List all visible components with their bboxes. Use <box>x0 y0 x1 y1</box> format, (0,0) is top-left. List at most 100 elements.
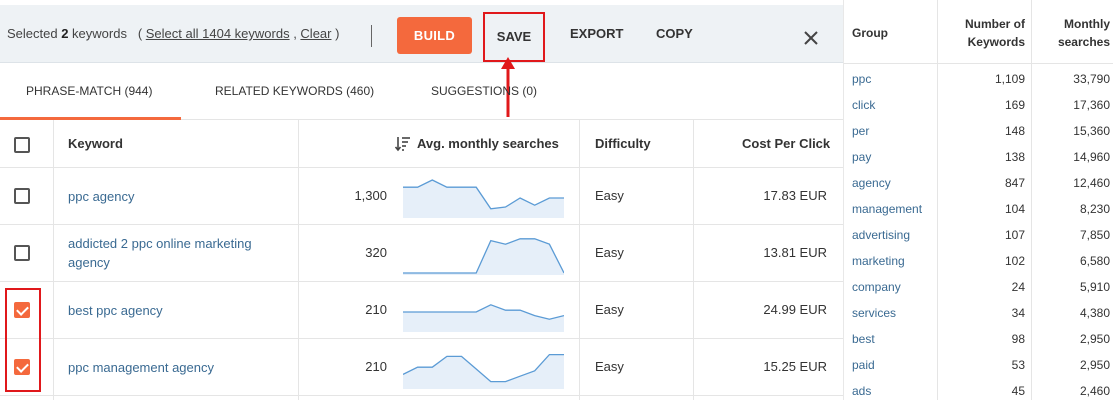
group-link[interactable]: company <box>852 280 901 294</box>
column-header-searches[interactable]: Avg. monthly searches <box>417 136 559 151</box>
group-keyword-count: 107 <box>1004 228 1025 242</box>
selected-prefix: Selected <box>7 26 62 41</box>
searches-value: 1,300 <box>354 188 387 203</box>
group-row[interactable]: management 104 8,230 <box>844 196 1113 222</box>
difficulty-value: Easy <box>595 245 624 260</box>
group-keyword-count: 98 <box>1011 332 1025 346</box>
keyword-link[interactable]: ppc agency <box>68 187 283 206</box>
group-link[interactable]: per <box>852 124 869 138</box>
group-link[interactable]: agency <box>852 176 891 190</box>
group-monthly-searches: 5,910 <box>1079 280 1110 294</box>
group-keyword-count: 1,109 <box>994 72 1025 86</box>
group-row[interactable]: best 98 2,950 <box>844 326 1113 352</box>
row-checkbox[interactable] <box>14 245 30 261</box>
table-row[interactable]: ppc management agency 210 Easy 15.25 EUR <box>0 339 843 396</box>
keyword-link[interactable]: ppc management agency <box>68 358 283 377</box>
header-line: Number of <box>965 17 1025 31</box>
tab-related-keywords[interactable]: RELATED KEYWORDS (460) <box>215 84 374 98</box>
group-row[interactable]: marketing 102 6,580 <box>844 248 1113 274</box>
export-button[interactable]: EXPORT <box>570 26 623 41</box>
group-link[interactable]: best <box>852 332 875 346</box>
group-link[interactable]: advertising <box>852 228 910 242</box>
group-monthly-searches: 12,460 <box>1073 176 1110 190</box>
group-row[interactable]: services 34 4,380 <box>844 300 1113 326</box>
row-checkbox[interactable] <box>14 188 30 204</box>
group-link[interactable]: ppc <box>852 72 871 86</box>
sort-descending-icon[interactable] <box>395 136 411 152</box>
select-all-link[interactable]: Select all 1404 keywords <box>146 26 290 41</box>
paren-close: ) <box>331 26 340 41</box>
column-header-monthly-searches[interactable]: Monthly searches <box>1032 15 1110 51</box>
cpc-value: 15.25 EUR <box>763 359 827 374</box>
group-monthly-searches: 33,790 <box>1073 72 1110 86</box>
group-row[interactable]: advertising 107 7,850 <box>844 222 1113 248</box>
group-monthly-searches: 8,230 <box>1079 202 1110 216</box>
toolbar-divider <box>371 25 372 47</box>
cpc-value: 17.83 EUR <box>763 188 827 203</box>
sparkline-area <box>403 354 564 389</box>
group-link[interactable]: services <box>852 306 896 320</box>
group-monthly-searches: 2,950 <box>1079 358 1110 372</box>
column-header-cpc[interactable]: Cost Per Click <box>742 136 830 151</box>
group-keyword-count: 148 <box>1004 124 1025 138</box>
selected-suffix: keywords <box>68 26 127 41</box>
table-header: Keyword Avg. monthly searches Difficulty… <box>0 120 843 168</box>
group-link[interactable]: management <box>852 202 922 216</box>
group-link[interactable]: click <box>852 98 875 112</box>
annotation-highlight-box <box>5 288 41 392</box>
group-keyword-count: 104 <box>1004 202 1025 216</box>
selection-toolbar: Selected 2 keywords ( Select all 1404 ke… <box>0 5 843 63</box>
keyword-link[interactable]: addicted 2 ppc online marketing agency <box>68 234 283 272</box>
table-row[interactable]: ppc agency 1,300 Easy 17.83 EUR <box>0 168 843 225</box>
group-keyword-count: 102 <box>1004 254 1025 268</box>
tab-phrase-match[interactable]: PHRASE-MATCH (944) <box>26 84 152 98</box>
searches-value: 210 <box>365 359 387 374</box>
group-monthly-searches: 14,960 <box>1073 150 1110 164</box>
column-header-num-keywords[interactable]: Number of Keywords <box>938 15 1025 51</box>
column-header-group[interactable]: Group <box>852 24 888 42</box>
group-row[interactable]: per 148 15,360 <box>844 118 1113 144</box>
keyword-tabs: PHRASE-MATCH (944) RELATED KEYWORDS (460… <box>0 64 843 120</box>
group-link[interactable]: pay <box>852 150 871 164</box>
group-row[interactable]: pay 138 14,960 <box>844 144 1113 170</box>
save-button[interactable]: SAVE <box>483 12 545 62</box>
cpc-value: 13.81 EUR <box>763 245 827 260</box>
cpc-value: 24.99 EUR <box>763 302 827 317</box>
table-row[interactable]: addicted 2 ppc online marketing agency 3… <box>0 225 843 282</box>
select-all-checkbox[interactable] <box>14 137 30 153</box>
group-link[interactable]: paid <box>852 358 875 372</box>
group-row[interactable]: ppc 1,109 33,790 <box>844 66 1113 92</box>
close-icon[interactable] <box>800 27 822 49</box>
header-line: Keywords <box>967 35 1025 49</box>
group-link[interactable]: marketing <box>852 254 905 268</box>
group-row[interactable]: click 169 17,360 <box>844 92 1113 118</box>
table-row[interactable]: best ppc agency 210 Easy 24.99 EUR <box>0 282 843 339</box>
header-line: searches <box>1057 35 1110 49</box>
copy-button[interactable]: COPY <box>656 26 693 41</box>
difficulty-value: Easy <box>595 359 624 374</box>
group-keyword-count: 847 <box>1004 176 1025 190</box>
group-monthly-searches: 7,850 <box>1079 228 1110 242</box>
column-header-difficulty[interactable]: Difficulty <box>595 136 651 151</box>
group-monthly-searches: 4,380 <box>1079 306 1110 320</box>
group-row[interactable]: company 24 5,910 <box>844 274 1113 300</box>
group-row[interactable]: agency 847 12,460 <box>844 170 1113 196</box>
searches-value: 210 <box>365 302 387 317</box>
keyword-link[interactable]: best ppc agency <box>68 301 283 320</box>
group-keyword-count: 53 <box>1011 358 1025 372</box>
group-link[interactable]: ads <box>852 384 871 398</box>
tab-suggestions[interactable]: SUGGESTIONS (0) <box>431 84 537 98</box>
trend-sparkline <box>403 238 564 275</box>
group-table-header: Group Number of Keywords Monthly searche… <box>844 0 1113 64</box>
group-row[interactable]: ads 45 2,460 <box>844 378 1113 400</box>
group-keyword-count: 138 <box>1004 150 1025 164</box>
group-row[interactable]: paid 53 2,950 <box>844 352 1113 378</box>
build-button[interactable]: BUILD <box>397 17 472 54</box>
group-keyword-count: 24 <box>1011 280 1025 294</box>
trend-sparkline <box>403 304 564 332</box>
group-monthly-searches: 2,460 <box>1079 384 1110 398</box>
trend-sparkline <box>403 353 564 389</box>
column-header-keyword[interactable]: Keyword <box>68 136 123 151</box>
selection-summary: Selected 2 keywords ( Select all 1404 ke… <box>7 26 339 41</box>
clear-link[interactable]: Clear <box>300 26 331 41</box>
